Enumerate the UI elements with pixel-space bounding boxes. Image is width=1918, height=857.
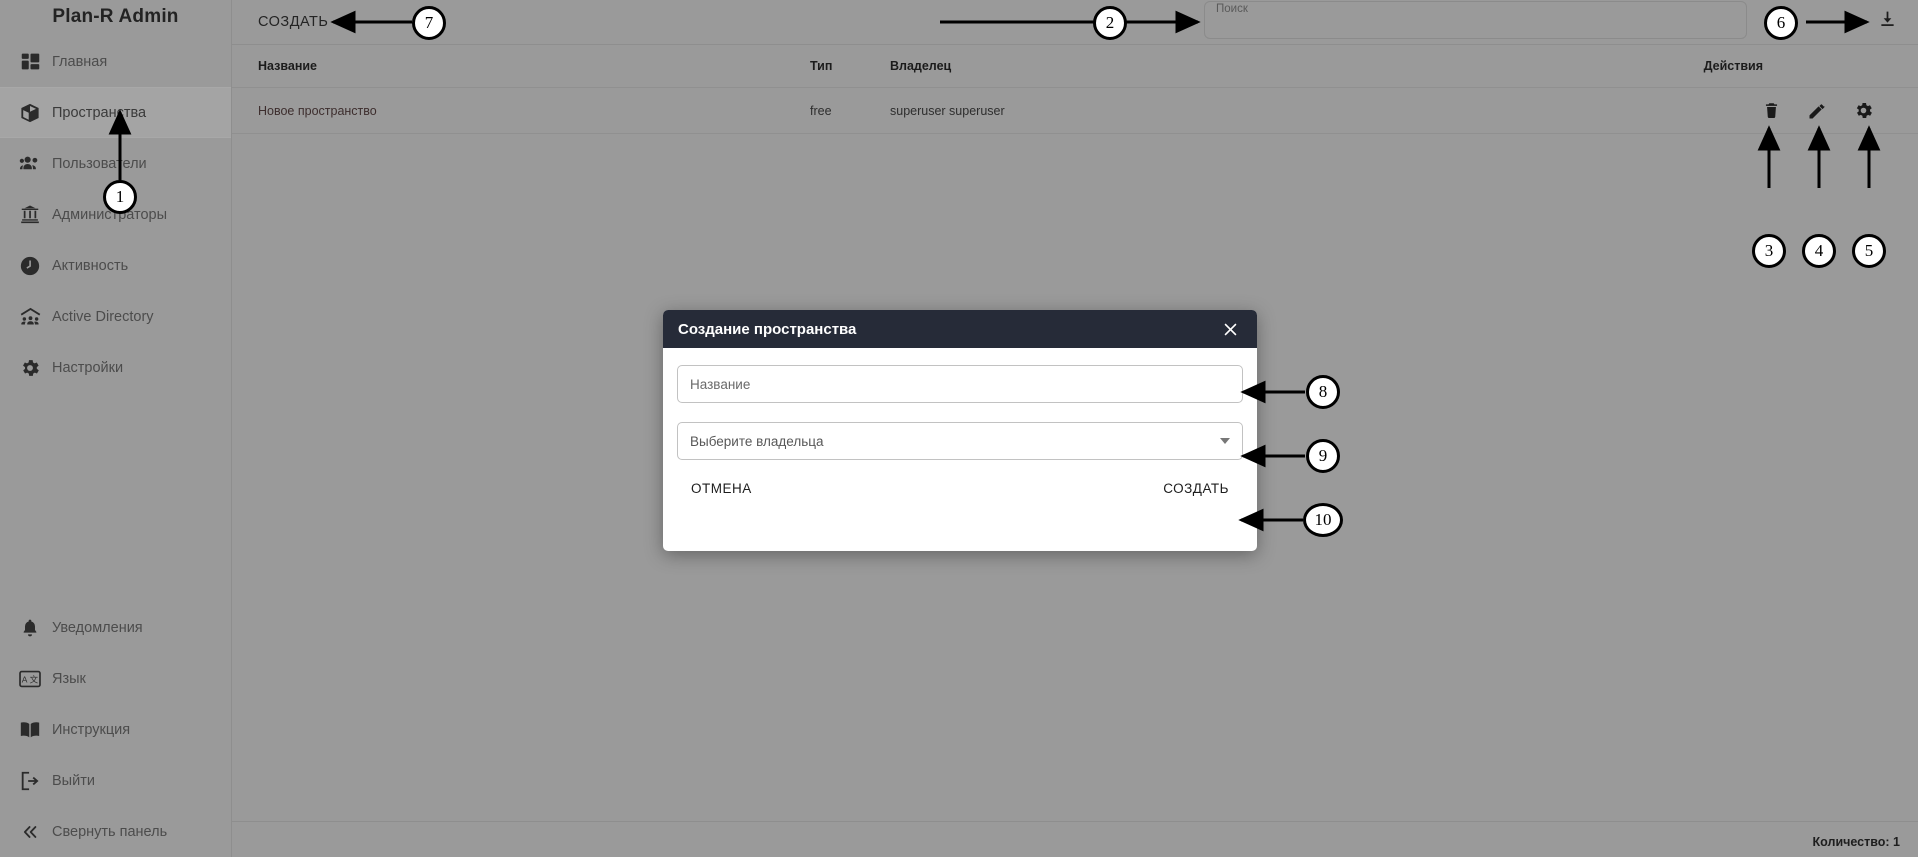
sidebar-item-label-notifications: Уведомления (52, 619, 143, 636)
sidebar-item-spaces[interactable]: Пространства (0, 87, 231, 138)
sidebar-nav-primary: Главная Пространства Пользователи Админи… (0, 36, 231, 393)
cell-space-name: Новое пространство (258, 103, 377, 118)
create-space-toolbar-button[interactable]: СОЗДАТЬ (258, 14, 328, 30)
sidebar-item-activity[interactable]: Активность (0, 240, 231, 291)
sidebar-nav-secondary: Уведомления A 文 Язык Инструкция Выйти Св… (0, 602, 232, 857)
sidebar-item-language[interactable]: A 文 Язык (0, 653, 232, 704)
svg-text:文: 文 (30, 674, 39, 684)
sidebar-item-collapse-panel[interactable]: Свернуть панель (0, 806, 232, 857)
spaces-table: Название Тип Владелец Действия Новое про… (232, 45, 1918, 134)
sidebar-item-label-language: Язык (52, 670, 86, 687)
records-count-label: Количество: 1 (1812, 835, 1900, 849)
cube-icon (8, 98, 52, 128)
modal-create-button[interactable]: СОЗДАТЬ (1163, 481, 1229, 496)
sidebar-item-logout[interactable]: Выйти (0, 755, 232, 806)
sidebar-item-label-collapse-panel: Свернуть панель (52, 823, 168, 840)
search-field-wrapper: Поиск (1204, 1, 1747, 39)
active-directory-icon (8, 302, 52, 332)
sidebar-item-notifications[interactable]: Уведомления (0, 602, 232, 653)
close-icon[interactable] (1218, 317, 1242, 341)
sidebar-item-label-admins: Администраторы (52, 206, 168, 223)
modal-header: Создание пространства (663, 310, 1257, 348)
sidebar-item-label-logout: Выйти (52, 772, 95, 789)
cell-space-type: free (810, 103, 832, 118)
svg-text:A: A (22, 674, 28, 684)
download-icon[interactable] (1872, 4, 1902, 34)
sidebar-item-label-users: Пользователи (52, 155, 147, 172)
book-icon (8, 715, 52, 745)
sidebar: Plan-R Admin Главная Пространства Пользо… (0, 0, 232, 857)
users-icon (8, 149, 52, 179)
table-header-name: Название (258, 59, 318, 73)
cell-space-owner: superuser superuser (890, 103, 1005, 118)
modal-body: Выберите владельца ОТМЕНА СОЗДАТЬ (663, 348, 1257, 496)
delete-icon[interactable] (1748, 93, 1794, 129)
sidebar-item-label-active-directory: Active Directory (52, 308, 154, 325)
search-input[interactable] (1204, 1, 1747, 39)
owner-select-value: Выберите владельца (690, 433, 824, 449)
cell-row-actions (1500, 93, 1918, 129)
modal-actions: ОТМЕНА СОЗДАТЬ (677, 479, 1243, 496)
bell-icon (8, 613, 52, 643)
toolbar: СОЗДАТЬ Поиск (232, 0, 1918, 45)
sidebar-item-home[interactable]: Главная (0, 36, 231, 87)
clock-icon (8, 251, 52, 281)
sidebar-item-instruction[interactable]: Инструкция (0, 704, 232, 755)
owner-select-field[interactable]: Выберите владельца (677, 422, 1243, 460)
dashboard-icon (8, 47, 52, 77)
app-root: Plan-R Admin Главная Пространства Пользо… (0, 0, 1918, 857)
table-header-actions: Действия (1703, 59, 1763, 73)
table-header-owner: Владелец (890, 59, 952, 73)
space-name-field[interactable] (677, 365, 1243, 403)
sidebar-item-label-home: Главная (52, 53, 108, 70)
chevron-down-icon (1220, 438, 1230, 444)
table-header-row: Название Тип Владелец Действия (232, 45, 1918, 88)
sidebar-item-label-settings: Настройки (52, 359, 124, 376)
space-name-input[interactable] (690, 376, 1230, 392)
translate-icon: A 文 (8, 664, 52, 694)
create-space-modal: Создание пространства Выберите владельца… (663, 310, 1257, 551)
settings-gear-icon[interactable] (1840, 93, 1886, 129)
sidebar-item-active-directory[interactable]: Active Directory (0, 291, 231, 342)
table-row[interactable]: Новое пространство free superuser superu… (232, 88, 1918, 134)
footer-divider (232, 821, 1918, 822)
sidebar-item-settings[interactable]: Настройки (0, 342, 231, 393)
chevron-double-left-icon (8, 817, 52, 847)
app-brand-title: Plan-R Admin (52, 6, 179, 27)
logout-icon (8, 766, 52, 796)
sidebar-item-users[interactable]: Пользователи (0, 138, 231, 189)
sidebar-item-admins[interactable]: Администраторы (0, 189, 231, 240)
sidebar-item-label-spaces: Пространства (52, 104, 147, 121)
table-header-type: Тип (810, 59, 833, 73)
admin-shield-icon (8, 200, 52, 230)
edit-icon[interactable] (1794, 93, 1840, 129)
sidebar-item-label-instruction: Инструкция (52, 721, 131, 738)
gear-icon (8, 353, 52, 383)
cancel-button[interactable]: ОТМЕНА (691, 481, 752, 496)
modal-title: Создание пространства (678, 320, 857, 338)
sidebar-item-label-activity: Активность (52, 257, 129, 274)
